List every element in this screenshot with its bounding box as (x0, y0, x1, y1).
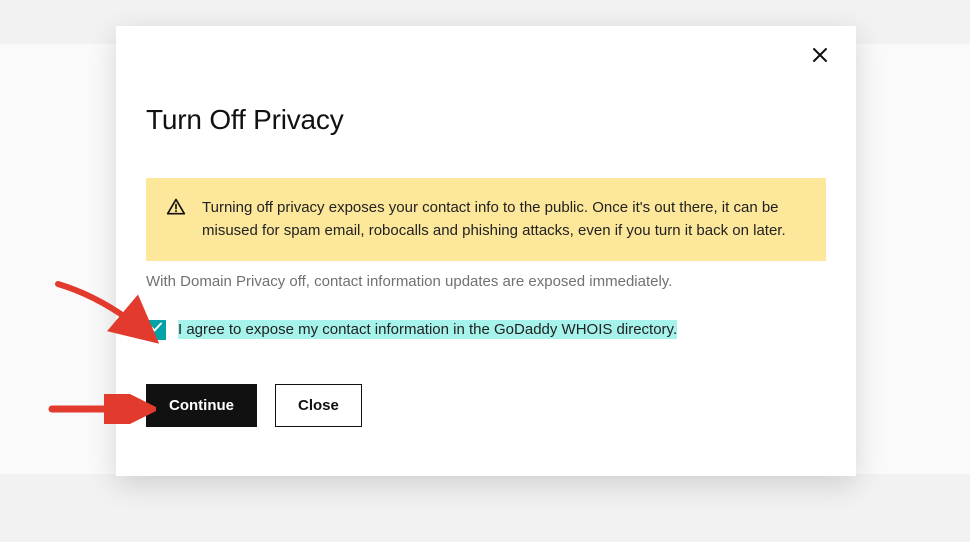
consent-label[interactable]: I agree to expose my contact information… (178, 321, 677, 338)
consent-row: I agree to expose my contact information… (146, 320, 826, 340)
close-button[interactable]: Close (275, 384, 362, 427)
warning-text: Turning off privacy exposes your contact… (202, 196, 804, 243)
close-icon-button[interactable] (808, 44, 832, 68)
checkmark-icon (149, 320, 163, 339)
continue-button[interactable]: Continue (146, 384, 257, 427)
warning-triangle-icon (166, 197, 186, 222)
turn-off-privacy-modal: Turn Off Privacy Turning off privacy exp… (116, 26, 856, 476)
warning-banner: Turning off privacy exposes your contact… (146, 178, 826, 261)
privacy-info-text: With Domain Privacy off, contact informa… (146, 273, 826, 290)
modal-title: Turn Off Privacy (146, 104, 826, 136)
consent-checkbox[interactable] (146, 320, 166, 340)
button-row: Continue Close (146, 384, 826, 427)
consent-label-text: I agree to expose my contact information… (178, 320, 677, 339)
close-icon (812, 47, 828, 66)
